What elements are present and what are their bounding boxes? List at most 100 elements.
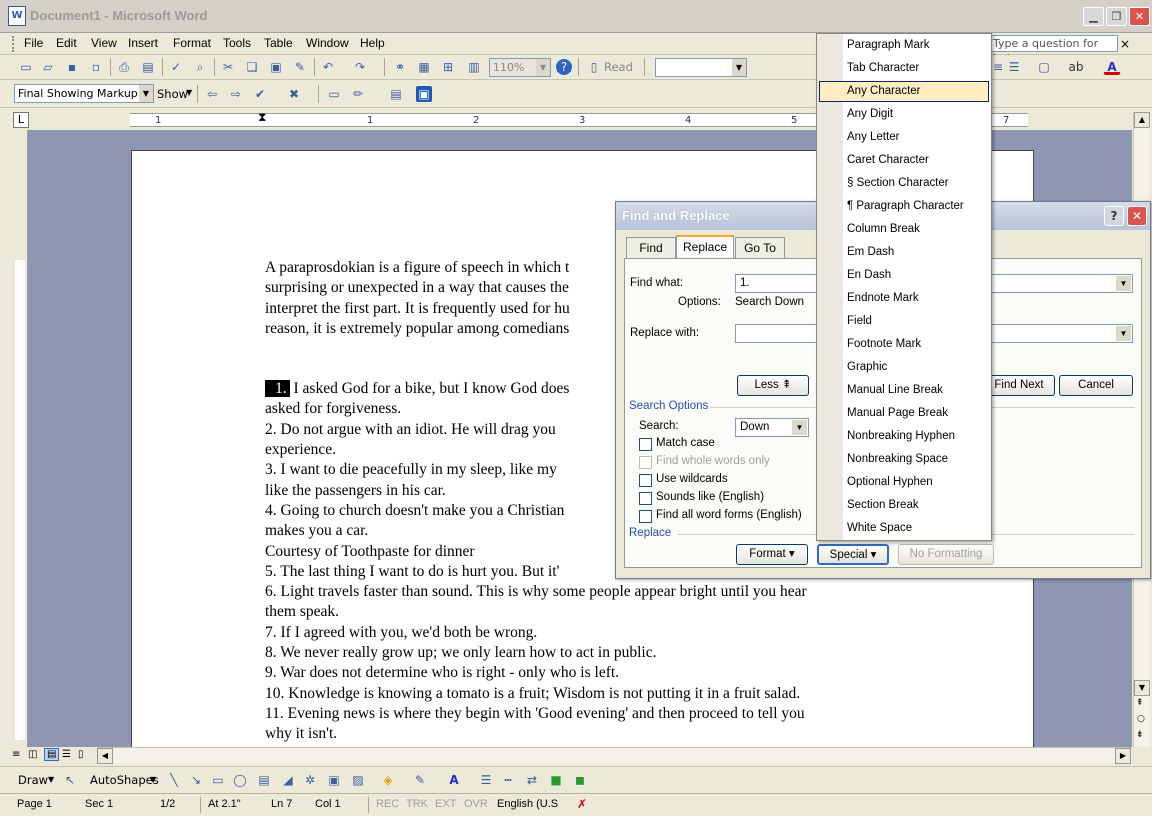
close-icon[interactable]: ✕ [1127, 206, 1147, 226]
tab-goto[interactable]: Go To [735, 237, 785, 258]
font-color-icon[interactable]: A [1104, 59, 1120, 75]
menu-table[interactable]: Table [264, 36, 293, 50]
word-forms-checkbox[interactable] [639, 510, 652, 523]
outline-view-icon[interactable]: ☰ [62, 749, 71, 760]
draw-menu[interactable]: Draw [18, 773, 48, 787]
special-item-white-space[interactable]: White Space [819, 518, 989, 539]
special-button[interactable]: Special ▾ [817, 544, 889, 565]
minimize-icon[interactable]: ▁ [1083, 7, 1104, 26]
format-button[interactable]: Format ▾ [736, 544, 808, 565]
special-item-column-break[interactable]: Column Break [819, 219, 989, 240]
chevron-down-icon[interactable]: ▼ [1116, 276, 1131, 291]
picture-icon[interactable]: ▨ [350, 772, 366, 788]
status-ext[interactable]: EXT [435, 798, 456, 810]
close-document-icon[interactable]: × [1120, 37, 1130, 51]
copy-icon[interactable]: ❏ [244, 59, 260, 75]
chevron-down-icon[interactable]: ▼ [732, 59, 746, 76]
autoshapes-menu[interactable]: AutoShapes [90, 773, 159, 787]
dash-style-icon[interactable]: ┅ [500, 772, 516, 788]
menu-edit[interactable]: Edit [56, 36, 77, 50]
menu-format[interactable]: Format [173, 36, 211, 50]
cancel-button[interactable]: Cancel [1059, 375, 1133, 396]
menu-help[interactable]: Help [360, 36, 385, 50]
close-icon[interactable]: ✕ [1129, 7, 1150, 26]
paste-icon[interactable]: ▣ [268, 59, 284, 75]
justify-icon[interactable]: ☰ [1006, 59, 1022, 75]
chevron-down-icon[interactable]: ▼ [150, 775, 156, 784]
special-item-manual-page-break[interactable]: Manual Page Break [819, 403, 989, 424]
chevron-down-icon[interactable]: ▼ [48, 775, 54, 784]
show-menu[interactable]: Show [157, 87, 188, 101]
chevron-down-icon[interactable]: ▼ [186, 88, 192, 97]
match-case-label[interactable]: Match case [656, 437, 715, 449]
next-change-icon[interactable]: ⇨ [228, 86, 244, 102]
track-changes-icon[interactable]: ✏ [350, 86, 366, 102]
special-item-any-letter[interactable]: Any Letter [819, 127, 989, 148]
cut-icon[interactable]: ✂ [220, 59, 236, 75]
special-item-en-dash[interactable]: En Dash [819, 265, 989, 286]
special-item-graphic[interactable]: Graphic [819, 357, 989, 378]
vertical-ruler[interactable] [12, 130, 28, 747]
line-color-icon[interactable]: ✎ [412, 772, 428, 788]
research-icon[interactable]: ⌕ [192, 59, 208, 75]
font-color-icon[interactable]: A [446, 772, 462, 788]
oval-icon[interactable]: ◯ [232, 772, 248, 788]
clip-art-icon[interactable]: ▣ [326, 772, 342, 788]
status-rec[interactable]: REC [376, 798, 399, 810]
tab-find[interactable]: Find [626, 237, 676, 258]
insert-table-icon[interactable]: ⊞ [440, 59, 456, 75]
reject-change-icon[interactable]: ✖ [286, 86, 302, 102]
special-item-section-break[interactable]: Section Break [819, 495, 989, 516]
zoom-combo[interactable]: 110% ▼ [489, 58, 551, 77]
status-trk[interactable]: TRK [406, 798, 428, 810]
help-icon[interactable]: ? [1104, 206, 1124, 226]
arrow-icon[interactable]: ↘ [188, 772, 204, 788]
special-item-paragraph-mark[interactable]: Paragraph Mark [819, 35, 989, 56]
arrow-style-icon[interactable]: ⇄ [524, 772, 540, 788]
new-comment-icon[interactable]: ▭ [326, 86, 342, 102]
word-forms-label[interactable]: Find all word forms (English) [656, 509, 802, 521]
match-case-checkbox[interactable] [639, 438, 652, 451]
reviewing-pane-icon[interactable]: ▤ [388, 86, 404, 102]
read-icon[interactable]: ▯ [586, 59, 602, 75]
line-style-icon[interactable]: ☰ [478, 772, 494, 788]
scroll-down-icon[interactable]: ▼ [1134, 680, 1150, 696]
columns-icon[interactable]: ▥ [466, 59, 482, 75]
ask-question-input[interactable]: Type a question for help [988, 35, 1118, 65]
print-layout-icon[interactable]: ▤ [44, 748, 60, 761]
scroll-up-icon[interactable]: ▲ [1134, 112, 1150, 128]
rectangle-icon[interactable]: ▭ [210, 772, 226, 788]
special-item-footnote-mark[interactable]: Footnote Mark [819, 334, 989, 355]
special-item-manual-line-break[interactable]: Manual Line Break [819, 380, 989, 401]
word-app-icon[interactable]: W [8, 6, 26, 26]
spelling-status-icon[interactable]: ✗ [577, 797, 587, 811]
wildcards-label[interactable]: Use wildcards [656, 473, 728, 485]
special-item-any-character[interactable]: Any Character [819, 81, 989, 102]
menubar-grip[interactable] [12, 36, 15, 52]
horizontal-scrollbar[interactable]: ◀ ▶ [97, 747, 1132, 764]
menu-file[interactable]: File [24, 36, 43, 50]
shadow-style-icon[interactable]: ■ [548, 772, 564, 788]
wildcards-checkbox[interactable] [639, 474, 652, 487]
diagram-icon[interactable]: ✲ [302, 772, 318, 788]
sounds-like-label[interactable]: Sounds like (English) [656, 491, 764, 503]
highlight-icon[interactable]: ab [1068, 59, 1084, 75]
special-item-nonbreaking-space[interactable]: Nonbreaking Space [819, 449, 989, 470]
accept-change-icon[interactable]: ✔ [252, 86, 268, 102]
special-item-caret-character[interactable]: Caret Character [819, 150, 989, 171]
chevron-down-icon[interactable]: ▼ [536, 59, 550, 76]
selected-text[interactable]: 1. [265, 380, 290, 398]
print-icon[interactable]: ⎙ [116, 59, 132, 75]
special-item-optional-hyphen[interactable]: Optional Hyphen [819, 472, 989, 493]
wordart-icon[interactable]: ◢ [280, 772, 296, 788]
read-label[interactable]: Read [604, 60, 633, 74]
special-item-any-digit[interactable]: Any Digit [819, 104, 989, 125]
redo-icon[interactable]: ↷ [352, 59, 368, 75]
display-for-review-combo[interactable]: Final Showing Markup ▼ [14, 84, 154, 103]
style-combo[interactable]: ▼ [655, 58, 747, 77]
search-direction-select[interactable]: Down ▼ [735, 418, 809, 437]
new-document-icon[interactable]: ▭ [18, 59, 34, 75]
chevron-down-icon[interactable]: ▼ [792, 420, 807, 435]
scroll-right-icon[interactable]: ▶ [1115, 748, 1131, 764]
tab-replace[interactable]: Replace [676, 235, 734, 259]
